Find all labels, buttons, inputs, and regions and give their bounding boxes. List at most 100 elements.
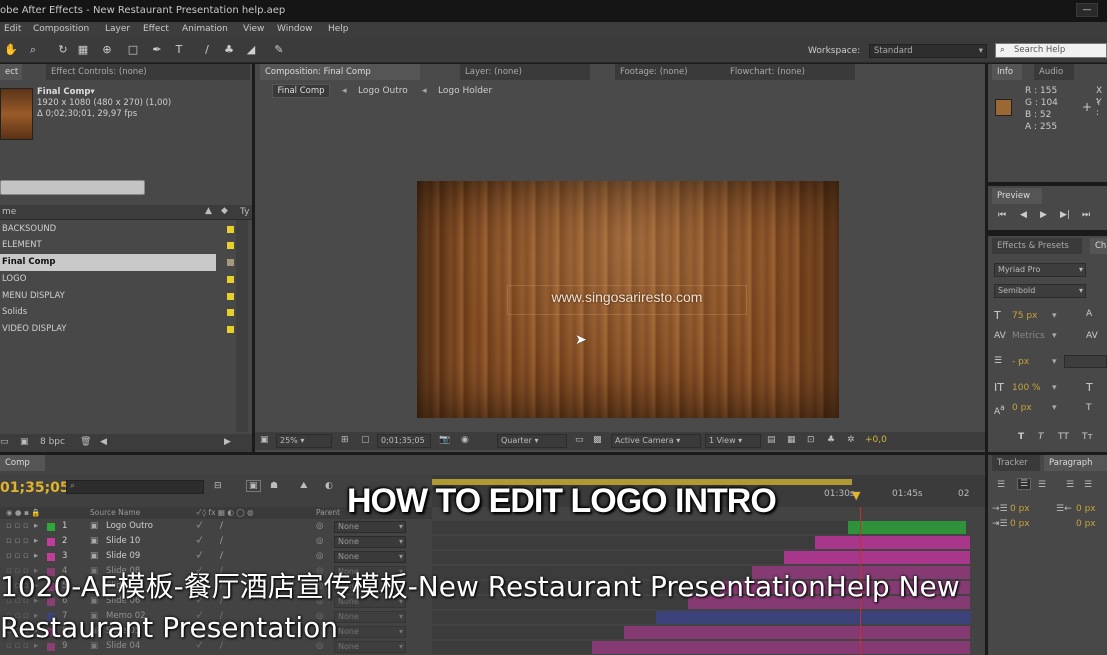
project-scrollbar[interactable] bbox=[236, 220, 248, 432]
chevron-down-icon[interactable]: ▾ bbox=[1052, 311, 1057, 321]
all-caps-icon[interactable]: TT bbox=[1058, 432, 1069, 442]
tab-tracker[interactable]: Tracker bbox=[992, 455, 1040, 471]
tab-effect-controls[interactable]: Effect Controls: (none) bbox=[46, 64, 250, 80]
menu-effect[interactable]: Effect bbox=[143, 24, 169, 34]
layer-name[interactable]: Slide 09 bbox=[106, 551, 140, 561]
align-right-icon[interactable]: ☰ bbox=[1038, 480, 1046, 490]
project-search-input[interactable] bbox=[0, 180, 145, 195]
visibility-icon[interactable]: ▫ ▫ ▫ bbox=[6, 521, 29, 531]
hand-tool-icon[interactable]: ✋ bbox=[4, 43, 18, 57]
camera-select[interactable]: Active Camera ▾ bbox=[611, 434, 701, 448]
trash-icon[interactable]: 🗑 bbox=[80, 437, 91, 447]
font-size-value[interactable]: 75 px bbox=[1012, 311, 1037, 321]
channel-icon[interactable]: ◉ bbox=[461, 435, 469, 445]
label-color[interactable] bbox=[47, 523, 55, 531]
breadcrumb-logo-holder[interactable]: Logo Holder bbox=[438, 86, 492, 96]
menu-layer[interactable]: Layer bbox=[105, 24, 130, 34]
exposure-value[interactable]: +0,0 bbox=[865, 435, 887, 445]
baseline-shift-value[interactable]: 0 px bbox=[1012, 403, 1032, 413]
tab-preview[interactable]: Preview bbox=[992, 188, 1042, 204]
pan-behind-tool-icon[interactable]: ⊕ bbox=[100, 43, 114, 57]
minimize-button[interactable]: — bbox=[1076, 3, 1098, 17]
expand-icon[interactable]: ▸ bbox=[34, 536, 38, 546]
tab-info[interactable]: Info bbox=[992, 64, 1022, 80]
align-left-icon[interactable]: ☰ bbox=[997, 480, 1005, 490]
menu-window[interactable]: Window bbox=[277, 24, 313, 34]
table-row[interactable]: ▫ ▫ ▫ ▸ 2 ▣ Slide 10 -⁄ / ◎ None ▾ bbox=[0, 535, 430, 550]
pen-tool-icon[interactable]: ✒ bbox=[150, 43, 164, 57]
layer-duration-bar[interactable] bbox=[784, 551, 970, 564]
list-item[interactable]: Final Comp bbox=[0, 254, 234, 271]
quality-switch-icon[interactable]: / bbox=[220, 551, 223, 561]
timeline-icon[interactable]: ⊡ bbox=[807, 435, 815, 445]
bpc-label[interactable]: 8 bpc bbox=[40, 437, 65, 447]
label-color[interactable] bbox=[47, 643, 55, 651]
indent-first-value[interactable]: 0 px bbox=[1010, 519, 1030, 529]
puppet-tool-icon[interactable]: ✎ bbox=[272, 43, 286, 57]
breadcrumb-final-comp[interactable]: Final Comp bbox=[272, 84, 330, 98]
list-item[interactable]: MENU DISPLAY bbox=[0, 288, 234, 305]
zoom-select[interactable]: 25% ▾ bbox=[276, 434, 332, 448]
vertical-scale-value[interactable]: 100 % bbox=[1012, 383, 1041, 393]
layer-duration-bar[interactable] bbox=[624, 626, 970, 639]
resolution-select[interactable]: Quarter ▾ bbox=[497, 434, 567, 448]
column-name[interactable]: me bbox=[2, 207, 16, 217]
menu-animation[interactable]: Animation bbox=[182, 24, 228, 34]
camera-tool-icon[interactable]: ▦ bbox=[76, 43, 90, 57]
chevron-down-icon[interactable]: ▾ bbox=[1052, 383, 1057, 393]
flowchart-icon[interactable]: ♣ bbox=[827, 435, 835, 445]
indent-right-value[interactable]: 0 px bbox=[1076, 504, 1096, 514]
visibility-icon[interactable]: ▫ ▫ ▫ bbox=[6, 536, 29, 546]
parent-select[interactable]: None ▾ bbox=[334, 521, 406, 533]
chevron-down-icon[interactable]: ▾ bbox=[1052, 331, 1057, 341]
tab-composition[interactable]: Composition: Final Comp bbox=[260, 64, 420, 80]
collapse-switch-icon[interactable]: -⁄ bbox=[196, 536, 201, 546]
mask-visibility-icon[interactable]: ▢ bbox=[361, 435, 370, 445]
quality-switch-icon[interactable]: / bbox=[220, 536, 223, 546]
expand-icon[interactable]: ▸ bbox=[34, 551, 38, 561]
column-source-name[interactable]: Source Name bbox=[90, 508, 140, 517]
align-center-icon[interactable]: ☰ bbox=[1017, 478, 1032, 490]
tab-effects-presets[interactable]: Effects & Presets bbox=[992, 238, 1082, 254]
layer-duration-bar[interactable] bbox=[656, 611, 971, 624]
parent-select[interactable]: None ▾ bbox=[334, 551, 406, 563]
composition-icon[interactable]: ▣ bbox=[20, 437, 29, 447]
transparency-grid-icon[interactable]: ▩ bbox=[593, 435, 602, 445]
list-item[interactable]: BACKSOUND bbox=[0, 221, 234, 238]
tab-paragraph[interactable]: Paragraph bbox=[1044, 455, 1107, 471]
scroll-left-icon[interactable]: ◀ bbox=[100, 437, 107, 447]
zoom-tool-icon[interactable]: ⌕ bbox=[26, 43, 40, 57]
visibility-icon[interactable]: ▫ ▫ ▫ bbox=[6, 551, 29, 561]
toggle-pixel-icon[interactable]: ▤ bbox=[767, 435, 776, 445]
table-row[interactable]: ▫ ▫ ▫ ▸ 1 ▣ Logo Outro -⁄ / ◎ None ▾ bbox=[0, 520, 430, 535]
prev-frame-icon[interactable]: ◀ bbox=[1020, 210, 1027, 220]
tab-flowchart[interactable]: Flowchart: (none) bbox=[725, 64, 855, 80]
menu-edit[interactable]: Edit bbox=[4, 24, 21, 34]
collapse-switch-icon[interactable]: -⁄ bbox=[196, 521, 201, 531]
pickwhip-icon[interactable]: ◎ bbox=[316, 551, 323, 561]
next-frame-icon[interactable]: ▶| bbox=[1060, 210, 1070, 220]
list-item[interactable]: VIDEO DISPLAY bbox=[0, 321, 234, 338]
column-type[interactable]: Ty bbox=[240, 207, 249, 217]
font-style-select[interactable]: Semibold ▾ bbox=[994, 284, 1086, 298]
layer-duration-bar[interactable] bbox=[848, 521, 966, 534]
always-preview-icon[interactable]: ▣ bbox=[260, 435, 269, 445]
scroll-right-icon[interactable]: ▶ bbox=[224, 437, 231, 447]
space-before-value[interactable]: 0 px bbox=[1076, 519, 1096, 529]
breadcrumb-logo-outro[interactable]: Logo Outro bbox=[358, 86, 408, 96]
collapse-switch-icon[interactable]: -⁄ bbox=[196, 551, 201, 561]
column-parent[interactable]: Parent bbox=[316, 508, 340, 517]
faux-bold-icon[interactable]: T bbox=[1018, 432, 1024, 442]
tab-timeline-comp[interactable]: Comp bbox=[0, 455, 45, 471]
list-item[interactable]: Solids bbox=[0, 304, 234, 321]
safe-zones-icon[interactable]: ⊞ bbox=[341, 435, 349, 445]
current-time[interactable]: 0;01;35;05 bbox=[377, 434, 431, 448]
view-layout-select[interactable]: 1 View ▾ bbox=[705, 434, 761, 448]
menu-composition[interactable]: Composition bbox=[33, 24, 89, 34]
eraser-tool-icon[interactable]: ◢ bbox=[244, 43, 258, 57]
list-item[interactable]: ELEMENT bbox=[0, 237, 234, 254]
faux-italic-icon[interactable]: T bbox=[1038, 432, 1044, 442]
fast-previews-icon[interactable]: ▦ bbox=[787, 435, 796, 445]
table-row[interactable]: ▫ ▫ ▫ ▸ 3 ▣ Slide 09 -⁄ / ◎ None ▾ bbox=[0, 550, 430, 565]
motion-blur-icon[interactable]: ◐ bbox=[325, 481, 333, 491]
